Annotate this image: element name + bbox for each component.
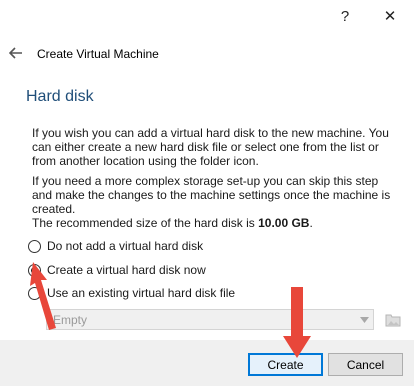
radio-button-selected[interactable] bbox=[28, 263, 41, 277]
recommended-size-text: The recommended size of the hard disk is… bbox=[32, 216, 396, 230]
description-paragraph: If you wish you can add a virtual hard d… bbox=[32, 126, 389, 168]
page-title: Hard disk bbox=[26, 88, 94, 105]
existing-disk-value: Empty bbox=[53, 312, 88, 327]
radio-label: Use an existing virtual hard disk file bbox=[47, 286, 236, 300]
help-button[interactable]: ? bbox=[330, 4, 360, 28]
close-button[interactable]: ✕ bbox=[375, 4, 405, 28]
existing-disk-select[interactable]: Empty bbox=[46, 309, 374, 330]
radio-button[interactable] bbox=[28, 286, 41, 300]
recommended-size-prefix: The recommended size of the hard disk is bbox=[32, 216, 259, 230]
recommended-size-value: 10.00 GB bbox=[258, 216, 310, 230]
choose-disk-file-button[interactable] bbox=[382, 309, 403, 330]
folder-icon bbox=[385, 314, 400, 326]
back-button[interactable] bbox=[6, 43, 26, 63]
wizard-title: Create Virtual Machine bbox=[37, 47, 159, 61]
title-bar: ? ✕ bbox=[0, 0, 414, 32]
radio-create-disk[interactable]: Create a virtual hard disk now bbox=[28, 261, 206, 279]
storage-setup-paragraph: If you need a more complex storage set-u… bbox=[32, 174, 391, 216]
back-arrow-icon bbox=[9, 47, 22, 59]
wizard-header: Create Virtual Machine bbox=[0, 40, 414, 68]
chevron-down-icon bbox=[355, 316, 373, 323]
radio-label: Do not add a virtual hard disk bbox=[47, 239, 204, 253]
recommended-size-suffix: . bbox=[309, 216, 313, 230]
radio-button[interactable] bbox=[28, 239, 41, 253]
create-button[interactable]: Create bbox=[248, 353, 323, 376]
radio-no-disk[interactable]: Do not add a virtual hard disk bbox=[28, 237, 203, 255]
cancel-button[interactable]: Cancel bbox=[328, 353, 403, 376]
button-bar: Create Cancel bbox=[0, 340, 414, 386]
radio-existing-disk[interactable]: Use an existing virtual hard disk file bbox=[28, 284, 235, 302]
radio-label: Create a virtual hard disk now bbox=[47, 263, 206, 277]
